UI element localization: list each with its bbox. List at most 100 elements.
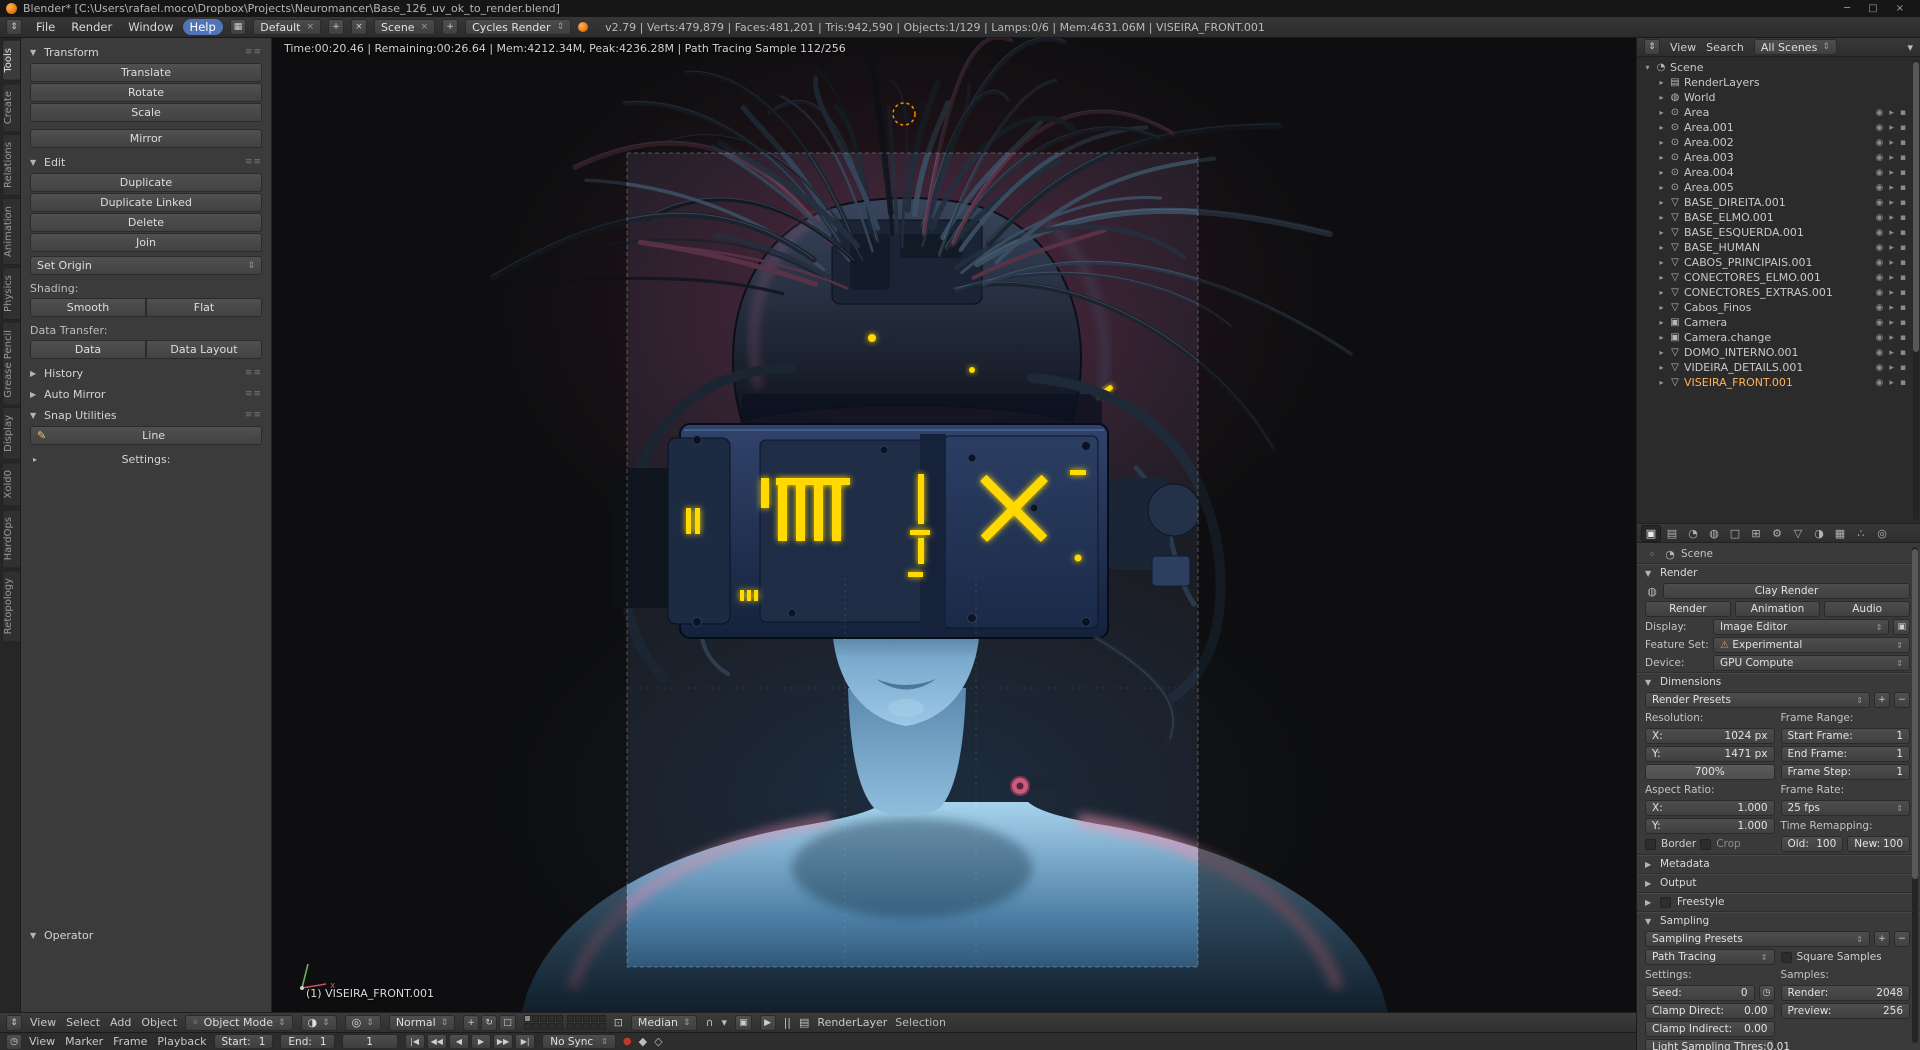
transport-button-1[interactable]: ◀◀ — [426, 1034, 447, 1049]
start-frame-field[interactable]: Start Frame: 1 — [1780, 728, 1910, 744]
properties-scrollbar[interactable] — [1912, 547, 1918, 1043]
selectable-toggle-icon[interactable]: ▸ — [1889, 108, 1894, 118]
layer-cell[interactable] — [598, 1015, 606, 1022]
expander-icon[interactable]: ▸ — [1655, 243, 1668, 252]
properties-tab-constraints[interactable]: ⊞ — [1746, 525, 1766, 542]
editor-type-icon[interactable]: ◷ — [6, 1033, 22, 1050]
transport-button-0[interactable]: |◀ — [404, 1034, 425, 1049]
snap-line-button[interactable]: ✎ Line — [30, 426, 262, 445]
tool-tab-retopology[interactable]: Retopology — [2, 570, 20, 643]
eye-toggle-icon[interactable]: ◉ — [1876, 333, 1884, 343]
render-toggle-icon[interactable]: ▪ — [1900, 183, 1906, 193]
sync-dropdown[interactable]: No Sync ⇕ — [542, 1034, 616, 1049]
expander-icon[interactable]: ▸ — [1655, 108, 1668, 117]
expander-icon[interactable]: ▸ — [1655, 93, 1668, 102]
expander-icon[interactable]: ▸ — [1655, 78, 1668, 87]
section-freestyle[interactable]: ▶ Freestyle — [1637, 893, 1920, 910]
screen-layout-field[interactable]: Default × — [253, 19, 322, 35]
panel-snap-utilities[interactable]: ▼ Snap Utilities ≡≡ — [30, 407, 262, 423]
panel-operator[interactable]: ▼ Operator — [30, 927, 262, 943]
eye-toggle-icon[interactable]: ◉ — [1876, 108, 1884, 118]
manipulator-icon-0[interactable]: + — [463, 1014, 480, 1031]
timeline-menu-frame[interactable]: Frame — [113, 1035, 147, 1048]
editor-type-icon[interactable]: ⇕ — [6, 1014, 22, 1031]
render-engine-selector[interactable]: Cycles Render ⇕ — [465, 19, 572, 35]
outliner-row-area.002[interactable]: ▸ ⊙ Area.002 ◉ ▸ ▪ — [1637, 135, 1920, 150]
freestyle-checkbox[interactable] — [1660, 896, 1671, 908]
render-toggle-icon[interactable]: ▪ — [1900, 228, 1906, 238]
join-button[interactable]: Join — [30, 233, 262, 252]
eye-toggle-icon[interactable]: ◉ — [1876, 303, 1884, 313]
outliner-row-area.003[interactable]: ▸ ⊙ Area.003 ◉ ▸ ▪ — [1637, 150, 1920, 165]
renderlayer-label[interactable]: RenderLayer — [817, 1016, 887, 1029]
close-button[interactable]: × — [1896, 3, 1904, 14]
eye-toggle-icon[interactable]: ◉ — [1876, 273, 1884, 283]
tool-tab-create[interactable]: Create — [2, 82, 20, 132]
eye-toggle-icon[interactable]: ◉ — [1876, 348, 1884, 358]
selectable-toggle-icon[interactable]: ▸ — [1889, 333, 1894, 343]
render-toggle-icon[interactable]: ▪ — [1900, 273, 1906, 283]
display-extra-icon[interactable]: ▣ — [1893, 619, 1910, 635]
transport-button-4[interactable]: ▶▶ — [492, 1034, 514, 1049]
properties-tab-world[interactable]: ◍ — [1704, 525, 1724, 542]
add-scene-button[interactable]: + — [442, 19, 459, 35]
expander-icon[interactable]: ▸ — [1655, 153, 1668, 162]
end-frame-field[interactable]: End Frame: 1 — [1780, 746, 1910, 762]
outliner-row-area.004[interactable]: ▸ ⊙ Area.004 ◉ ▸ ▪ — [1637, 165, 1920, 180]
close-icon[interactable]: × — [306, 22, 314, 32]
viewport-menu-select[interactable]: Select — [66, 1016, 100, 1029]
maximize-button[interactable]: □ — [1868, 3, 1877, 14]
tool-tab-xold0[interactable]: Xold0 — [2, 462, 20, 507]
outliner-row-area[interactable]: ▸ ⊙ Area ◉ ▸ ▪ — [1637, 105, 1920, 120]
outliner-search-menu[interactable]: Search — [1706, 41, 1744, 54]
eye-toggle-icon[interactable]: ◉ — [1876, 213, 1884, 223]
pin-icon[interactable]: ◦ — [1645, 548, 1659, 561]
properties-tab-modifiers[interactable]: ⚙ — [1767, 525, 1787, 542]
duplicate-linked-button[interactable]: Duplicate Linked — [30, 193, 262, 212]
outliner-row-world[interactable]: ▸ ◍ World — [1637, 90, 1920, 105]
tool-tab-display[interactable]: Display — [2, 407, 20, 461]
eye-toggle-icon[interactable]: ◉ — [1876, 168, 1884, 178]
render-toggle-icon[interactable]: ▪ — [1900, 198, 1906, 208]
render-toggle-icon[interactable]: ▪ — [1900, 123, 1906, 133]
remove-preset-button[interactable]: − — [1894, 931, 1910, 947]
snap-element-icon[interactable]: ▾ — [722, 1016, 728, 1029]
preview-samples-field[interactable]: Preview: 256 — [1780, 1003, 1910, 1019]
layer-cell[interactable] — [531, 1023, 539, 1030]
selectable-toggle-icon[interactable]: ▸ — [1889, 243, 1894, 253]
expander-icon[interactable]: ▸ — [1655, 348, 1668, 357]
opengl-render-anim-icon[interactable]: ▶ — [759, 1014, 776, 1031]
selectable-toggle-icon[interactable]: ▸ — [1889, 318, 1894, 328]
selectable-toggle-icon[interactable]: ▸ — [1889, 258, 1894, 268]
eye-toggle-icon[interactable]: ◉ — [1876, 228, 1884, 238]
crop-checkbox[interactable]: Crop — [1700, 838, 1741, 850]
frame-rate-dropdown[interactable]: 25 fps ⇕ — [1780, 800, 1910, 816]
properties-tab-physics[interactable]: ◎ — [1872, 525, 1892, 542]
layer-cell[interactable] — [574, 1015, 582, 1022]
selectable-toggle-icon[interactable]: ▸ — [1889, 168, 1894, 178]
eye-toggle-icon[interactable]: ◉ — [1876, 258, 1884, 268]
expander-icon[interactable]: ▸ — [1655, 183, 1668, 192]
screen-layout-icon[interactable]: ▦ — [229, 19, 247, 35]
time-remap-old-field[interactable]: Old: 100 — [1780, 836, 1844, 852]
selectable-toggle-icon[interactable]: ▸ — [1889, 363, 1894, 373]
selectable-toggle-icon[interactable]: ▸ — [1889, 153, 1894, 163]
start-frame-field[interactable]: Start: 1 — [213, 1034, 274, 1049]
seed-field[interactable]: Seed: 0 — [1645, 985, 1755, 1001]
selectable-toggle-icon[interactable]: ▸ — [1889, 183, 1894, 193]
square-samples-checkbox[interactable]: Square Samples — [1780, 951, 1882, 963]
tool-tab-grease-pencil[interactable]: Grease Pencil — [2, 321, 20, 406]
expander-icon[interactable]: ▸ — [1655, 198, 1668, 207]
layer-cell[interactable] — [566, 1023, 574, 1030]
properties-tab-particles[interactable]: ∴ — [1851, 525, 1871, 542]
layer-cell[interactable] — [590, 1015, 598, 1022]
close-icon[interactable]: × — [421, 22, 429, 32]
outliner-row-cabos_finos[interactable]: ▸ ▽ Cabos_Finos ◉ ▸ ▪ — [1637, 300, 1920, 315]
outliner-row-area.001[interactable]: ▸ ⊙ Area.001 ◉ ▸ ▪ — [1637, 120, 1920, 135]
properties-tab-object-data[interactable]: ▽ — [1788, 525, 1808, 542]
eye-toggle-icon[interactable]: ◉ — [1876, 363, 1884, 373]
timeline-menu-marker[interactable]: Marker — [65, 1035, 103, 1048]
layer-cell[interactable] — [555, 1015, 563, 1022]
feature-set-dropdown[interactable]: ⚠ Experimental ⇕ — [1713, 637, 1910, 653]
eye-toggle-icon[interactable]: ◉ — [1876, 123, 1884, 133]
